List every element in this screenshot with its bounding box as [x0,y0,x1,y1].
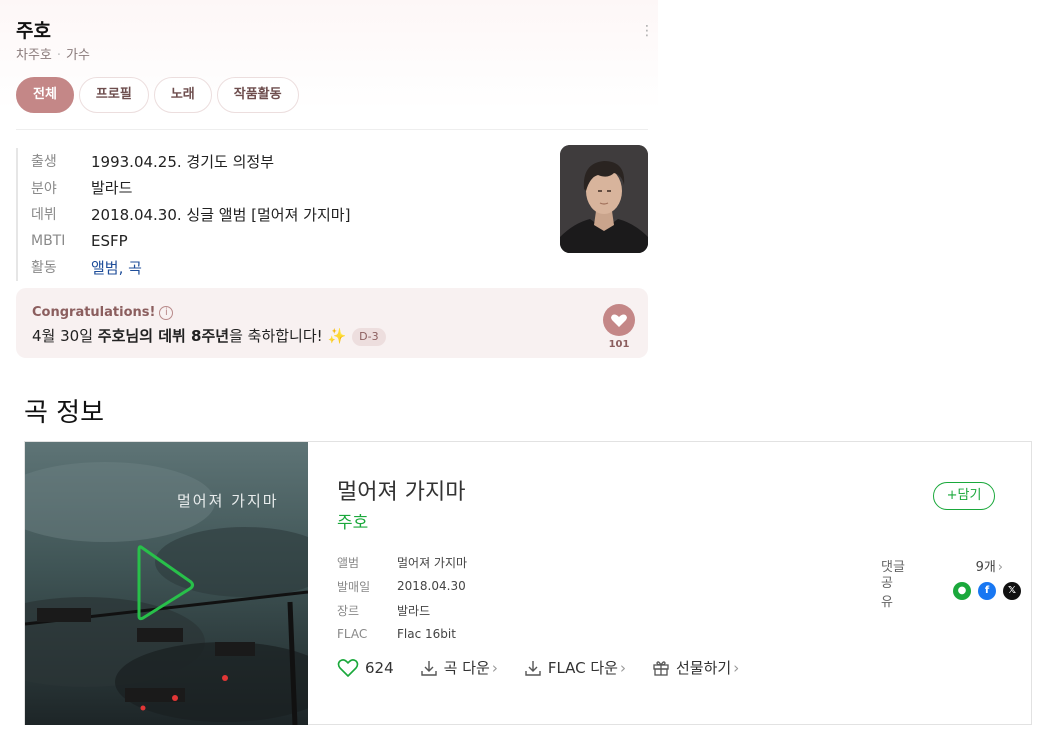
activity-album-link[interactable]: 앨범 [91,259,119,277]
cover-title-text: 멀어져 가지마 [177,492,279,510]
song-info-heading: 곡 정보 [24,398,105,428]
gift-button[interactable]: 선물하기 › [652,657,739,678]
mbti-label: MBTI [31,232,66,249]
debut-label: 데뷔 [31,207,57,224]
share-icons: ● f 𝕏 [953,582,1021,600]
chevron-right-icon: › [733,658,740,677]
melon-friend-share-icon[interactable]: ● [953,582,971,600]
like-button[interactable]: 624 [337,658,394,678]
share-label: 공유 [881,576,893,610]
album-label: 앨범 [337,555,360,570]
congrats-banner: Congratulations! i 4월 30일 주호님의 데뷔 8주년을 축하… [16,288,648,358]
debut-value: 2018.04.30. 싱글 앨범 [멀어져 가지마] [91,205,351,224]
genre-value: 발라드 [397,603,431,618]
congrats-title-text: Congratulations! [32,305,156,320]
tab-songs[interactable]: 노래 [153,77,212,113]
genre-label: 장르 [337,603,360,618]
profile-info: 출생 1993.04.25. 경기도 의정부 분야 발라드 데뷔 2018.04… [16,148,350,281]
add-to-playlist-button[interactable]: +담기 [933,482,995,510]
artist-subtitle: 차주호 · 가수 [16,48,90,63]
dday-badge: D-3 [352,327,386,346]
like-count: 624 [365,658,394,677]
plus-icon: + [946,488,958,503]
congrats-title: Congratulations! i [32,305,174,320]
activity-label: 활동 [31,260,57,277]
activity-separator: , [118,258,129,277]
activity-song-link[interactable]: 곡 [128,259,142,277]
birth-label: 출생 [31,154,57,171]
genre-label: 분야 [31,180,57,197]
more-options-icon[interactable]: ⋮ [640,22,654,40]
heart-outline-icon [337,658,359,677]
facebook-share-icon[interactable]: f [978,582,996,600]
release-label: 발매일 [337,579,371,594]
msg-name: 주호 [97,327,126,345]
msg-bold: 데뷔 8주년 [158,327,230,345]
flac-value: Flac 16bit [397,627,456,641]
profile-panel: 주호 차주호 · 가수 ⋮ 전체 프로필 노래 작품활동 출생 1993.04.25… [0,0,658,360]
msg-suffix: 을 축하합니다! ✨ [229,327,347,345]
info-icon[interactable]: i [159,305,174,320]
chevron-right-icon: › [997,559,1003,575]
meta-row-genre: 장르 발라드 [337,598,467,622]
genre-value: 발라드 [91,179,133,198]
tab-profile[interactable]: 프로필 [78,77,149,113]
comments-row[interactable]: 댓글 9개 › [881,552,1021,578]
activity-value: 앨범, 곡 [91,257,142,278]
download-icon [420,660,437,676]
album-value[interactable]: 멀어져 가지마 [397,554,467,571]
info-row-activity: 활동 앨범, 곡 [31,254,350,281]
song-card: 멀어져 가지마 멀어져 가지마 주호 +담기 앨범 멀어져 가지마 발매일 20… [24,441,1032,725]
info-row-mbti: MBTI ESFP [31,228,350,255]
comments-value[interactable]: 9개 › [939,556,1003,575]
chevron-right-icon: › [619,658,626,677]
release-value: 2018.04.30 [397,579,466,593]
meta-row-release: 발매일 2018.04.30 [337,574,467,598]
meta-row-album: 앨범 멀어져 가지마 [337,550,467,574]
share-row: 공유 ● f 𝕏 [881,576,1021,610]
meta-row-flac: FLAC Flac 16bit [337,622,467,646]
download-button[interactable]: 곡 다운 › [420,657,498,678]
chevron-right-icon: › [491,658,498,677]
song-title: 멀어져 가지마 [337,480,466,505]
info-row-birth: 출생 1993.04.25. 경기도 의정부 [31,148,350,175]
msg-mid: 님의 [125,327,159,345]
gift-label: 선물하기 [675,659,732,677]
flac-download-label: FLAC 다운 [547,659,618,677]
flac-label: FLAC [337,627,368,641]
song-artist[interactable]: 주호 [337,508,368,533]
song-actions: 624 곡 다운 › FLAC 다운 › 선물하기 › [337,657,765,678]
album-cover[interactable]: 멀어져 가지마 [25,442,308,725]
celebrate-count: 101 [608,339,630,350]
flac-download-button[interactable]: FLAC 다운 › [524,657,626,678]
info-row-genre: 분야 발라드 [31,175,350,202]
artist-photo[interactable] [560,145,648,253]
download-label: 곡 다운 [443,659,490,677]
info-row-debut: 데뷔 2018.04.30. 싱글 앨범 [멀어져 가지마] [31,201,350,228]
comments-count: 9개 [975,559,996,575]
x-share-icon[interactable]: 𝕏 [1003,582,1021,600]
artist-name: 주호 [16,20,51,42]
mbti-value: ESFP [91,231,128,250]
tab-all[interactable]: 전체 [16,77,74,113]
download-icon [525,660,541,676]
divider [16,129,648,130]
real-name[interactable]: 차주호 [16,48,52,63]
celebrate-heart-button[interactable] [603,304,635,336]
profile-tabs: 전체 프로필 노래 작품활동 [16,77,299,113]
gift-icon [653,660,669,676]
birth-value: 1993.04.25. 경기도 의정부 [91,152,274,171]
tab-works[interactable]: 작품활동 [216,77,299,113]
congrats-message: 4월 30일 주호님의 데뷔 8주년을 축하합니다! ✨ D-3 [32,325,386,346]
song-meta: 앨범 멀어져 가지마 발매일 2018.04.30 장르 발라드 FLAC Fl… [337,550,467,646]
heart-hands-icon [611,314,627,327]
msg-prefix: 4월 30일 [32,327,98,345]
song-side-info: 댓글 9개 › 공유 ● f 𝕏 [881,552,1021,610]
artist-role: 가수 [66,48,90,63]
add-label: 담기 [957,488,982,503]
